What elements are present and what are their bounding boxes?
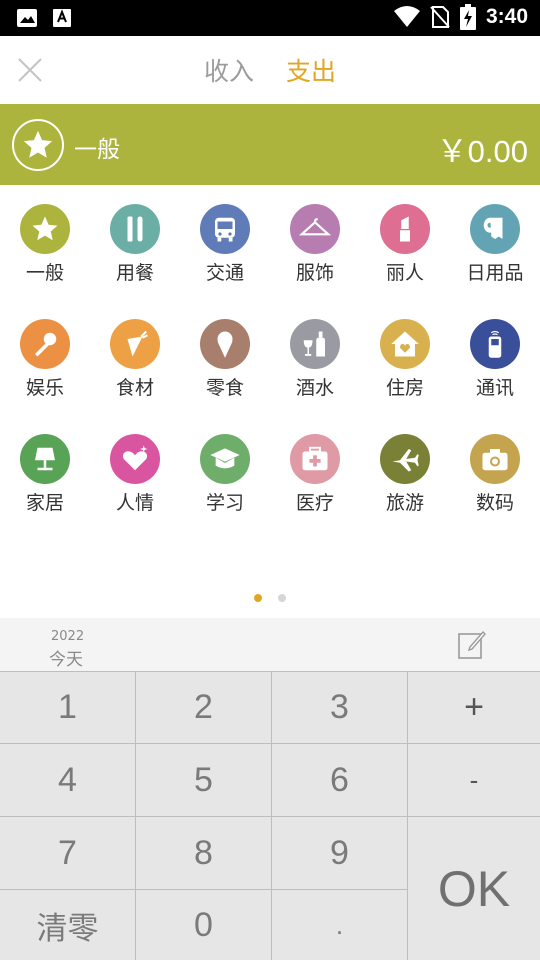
category-label: 家居 [25, 492, 64, 514]
graduation-cap-icon [200, 434, 250, 484]
category-label: 食材 [115, 377, 154, 399]
category-groceries[interactable]: 食材 [90, 315, 180, 415]
category-drinks[interactable]: 酒水 [270, 315, 360, 415]
selected-category-banner: 一般 ￥0.00 [0, 104, 540, 185]
date-picker[interactable]: 今天 [49, 645, 83, 670]
category-label: 日用品 [466, 262, 524, 284]
category-entertainment[interactable]: 娱乐 [0, 315, 90, 415]
camera-icon [470, 434, 520, 484]
category-label: 酒水 [295, 377, 334, 399]
hanger-icon [290, 204, 340, 254]
key-5[interactable]: 5 [136, 744, 271, 816]
key-9[interactable]: 9 [272, 817, 407, 889]
top-bar: 收入 支出 [0, 36, 540, 104]
category-beauty[interactable]: 丽人 [360, 200, 450, 300]
category-snacks[interactable]: 零食 [180, 315, 270, 415]
category-label: 服饰 [295, 262, 334, 284]
category-transport[interactable]: 交通 [180, 200, 270, 300]
clear-button[interactable]: 清零 [0, 890, 135, 960]
star-icon [20, 204, 70, 254]
category-travel[interactable]: 旅游 [360, 430, 450, 530]
note-edit-icon[interactable] [456, 628, 488, 660]
fork-knife-icon [110, 204, 160, 254]
category-dining[interactable]: 用餐 [90, 200, 180, 300]
microphone-icon [20, 319, 70, 369]
category-general[interactable]: 一般 [0, 200, 90, 300]
key-decimal[interactable]: . [272, 890, 407, 960]
amount-display: ￥0.00 [436, 134, 528, 169]
category-label: 数码 [475, 492, 514, 514]
selected-category-icon [12, 119, 64, 171]
carrot-icon [110, 319, 160, 369]
category-label: 住房 [385, 377, 424, 399]
category-label: 用餐 [115, 262, 154, 284]
category-study[interactable]: 学习 [180, 430, 270, 530]
no-sim-icon [430, 6, 450, 28]
wine-bottle-icon [290, 319, 340, 369]
category-medical[interactable]: 医疗 [270, 430, 360, 530]
ice-cream-icon [200, 319, 250, 369]
category-label: 交通 [205, 262, 244, 284]
category-home[interactable]: 家居 [0, 430, 90, 530]
mobile-phone-icon [470, 319, 520, 369]
key-0[interactable]: 0 [136, 890, 271, 960]
numeric-keypad: 1 2 3 + 4 5 6 - 7 8 9 OK 清零 0 . [0, 671, 540, 960]
selected-category-label: 一般 [74, 137, 120, 163]
category-housing[interactable]: 住房 [360, 315, 450, 415]
key-minus[interactable]: - [408, 744, 540, 816]
key-6[interactable]: 6 [272, 744, 407, 816]
category-label: 零食 [205, 377, 244, 399]
heart-gift-icon [110, 434, 160, 484]
ok-button[interactable]: OK [408, 817, 540, 960]
bus-icon [200, 204, 250, 254]
key-2[interactable]: 2 [136, 672, 271, 743]
status-bar: 3:40 [0, 0, 540, 36]
tab-income[interactable]: 收入 [204, 52, 254, 88]
clock: 3:40 [485, 5, 528, 28]
category-label: 娱乐 [25, 377, 64, 399]
category-digital[interactable]: 数码 [450, 430, 540, 530]
category-label: 人情 [115, 492, 154, 514]
lipstick-icon [380, 204, 430, 254]
category-label: 一般 [25, 262, 64, 284]
category-label: 丽人 [385, 262, 424, 284]
page-dot[interactable] [278, 594, 286, 602]
date-year[interactable]: 2022 [51, 629, 84, 644]
tab-expense[interactable]: 支出 [286, 52, 336, 88]
wifi-icon [393, 6, 420, 27]
image-notification-icon [17, 9, 37, 27]
page-indicator [0, 594, 540, 602]
key-8[interactable]: 8 [136, 817, 271, 889]
airplane-icon [380, 434, 430, 484]
house-icon [380, 319, 430, 369]
category-gifts[interactable]: 人情 [90, 430, 180, 530]
toilet-paper-icon [470, 204, 520, 254]
category-label: 通讯 [475, 377, 514, 399]
key-4[interactable]: 4 [0, 744, 135, 816]
category-label: 医疗 [295, 492, 334, 514]
font-notification-icon [53, 9, 71, 27]
battery-charging-icon [459, 4, 476, 30]
category-clothing[interactable]: 服饰 [270, 200, 360, 300]
category-telecom[interactable]: 通讯 [450, 315, 540, 415]
first-aid-kit-icon [290, 434, 340, 484]
category-label: 旅游 [385, 492, 424, 514]
key-plus[interactable]: + [408, 672, 540, 743]
key-7[interactable]: 7 [0, 817, 135, 889]
type-tabs: 收入 支出 [0, 36, 540, 104]
lamp-icon [20, 434, 70, 484]
star-icon [23, 130, 53, 158]
category-daily-goods[interactable]: 日用品 [450, 200, 540, 300]
category-label: 学习 [205, 492, 244, 514]
page-dot-active[interactable] [254, 594, 262, 602]
date-bar: 2022 今天 [0, 618, 540, 671]
key-1[interactable]: 1 [0, 672, 135, 743]
key-3[interactable]: 3 [272, 672, 407, 743]
